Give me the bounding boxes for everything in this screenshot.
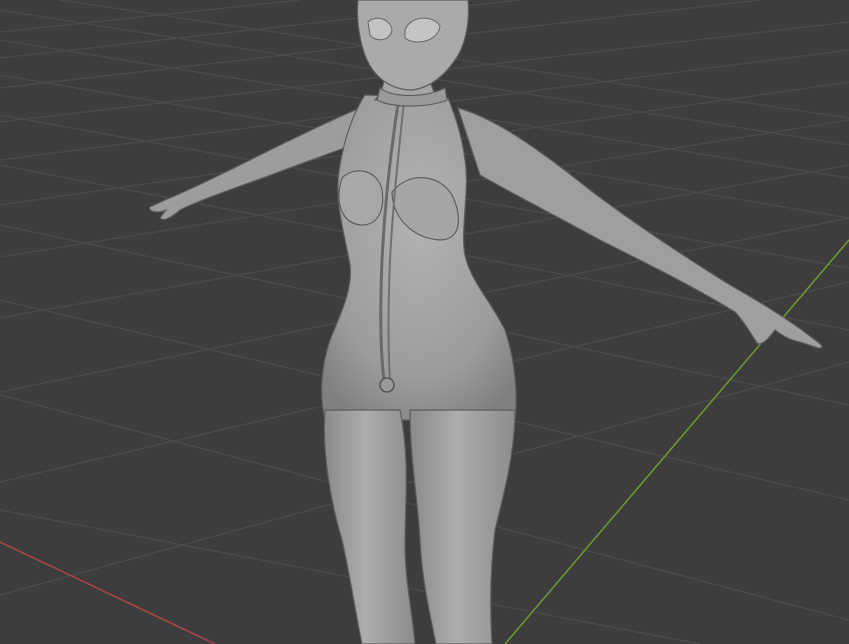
- chest-left: [338, 170, 384, 226]
- head: [356, 0, 470, 91]
- 3d-viewport[interactable]: [0, 0, 849, 644]
- left-leg: [323, 409, 416, 644]
- x-axis-line: [0, 541, 216, 644]
- harness-ring: [379, 377, 395, 393]
- viewport-canvas[interactable]: [0, 0, 849, 644]
